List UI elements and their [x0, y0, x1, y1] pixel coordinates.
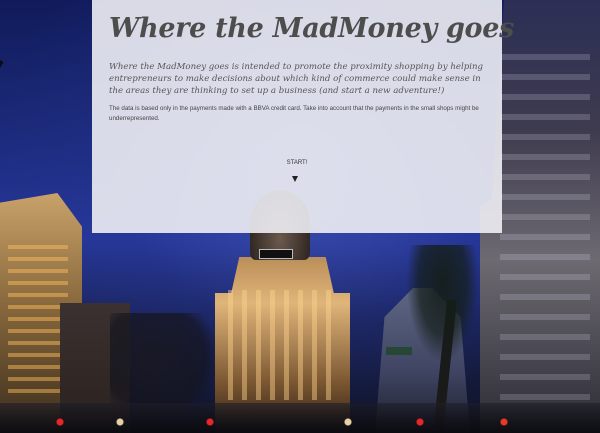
hero-background: Where the MadMoney goes Where the MadMon…: [0, 0, 600, 433]
left-building-windows: [8, 243, 68, 393]
tagline-text: Where the MadMoney goes is intended to p…: [109, 62, 483, 96]
start-button[interactable]: START!: [92, 160, 502, 166]
data-note-text: The data is based only in the payments m…: [109, 105, 479, 122]
building-sign: [259, 249, 293, 259]
page-title: Where the MadMoney goes: [109, 13, 515, 44]
domed-building-windows: [228, 290, 338, 400]
chevron-down-icon[interactable]: [292, 176, 298, 182]
car-lights: [0, 415, 600, 429]
intro-panel: Where the MadMoney goes Where the MadMon…: [92, 0, 515, 233]
palm-tree: [405, 245, 480, 365]
right-building-windows: [500, 40, 590, 400]
